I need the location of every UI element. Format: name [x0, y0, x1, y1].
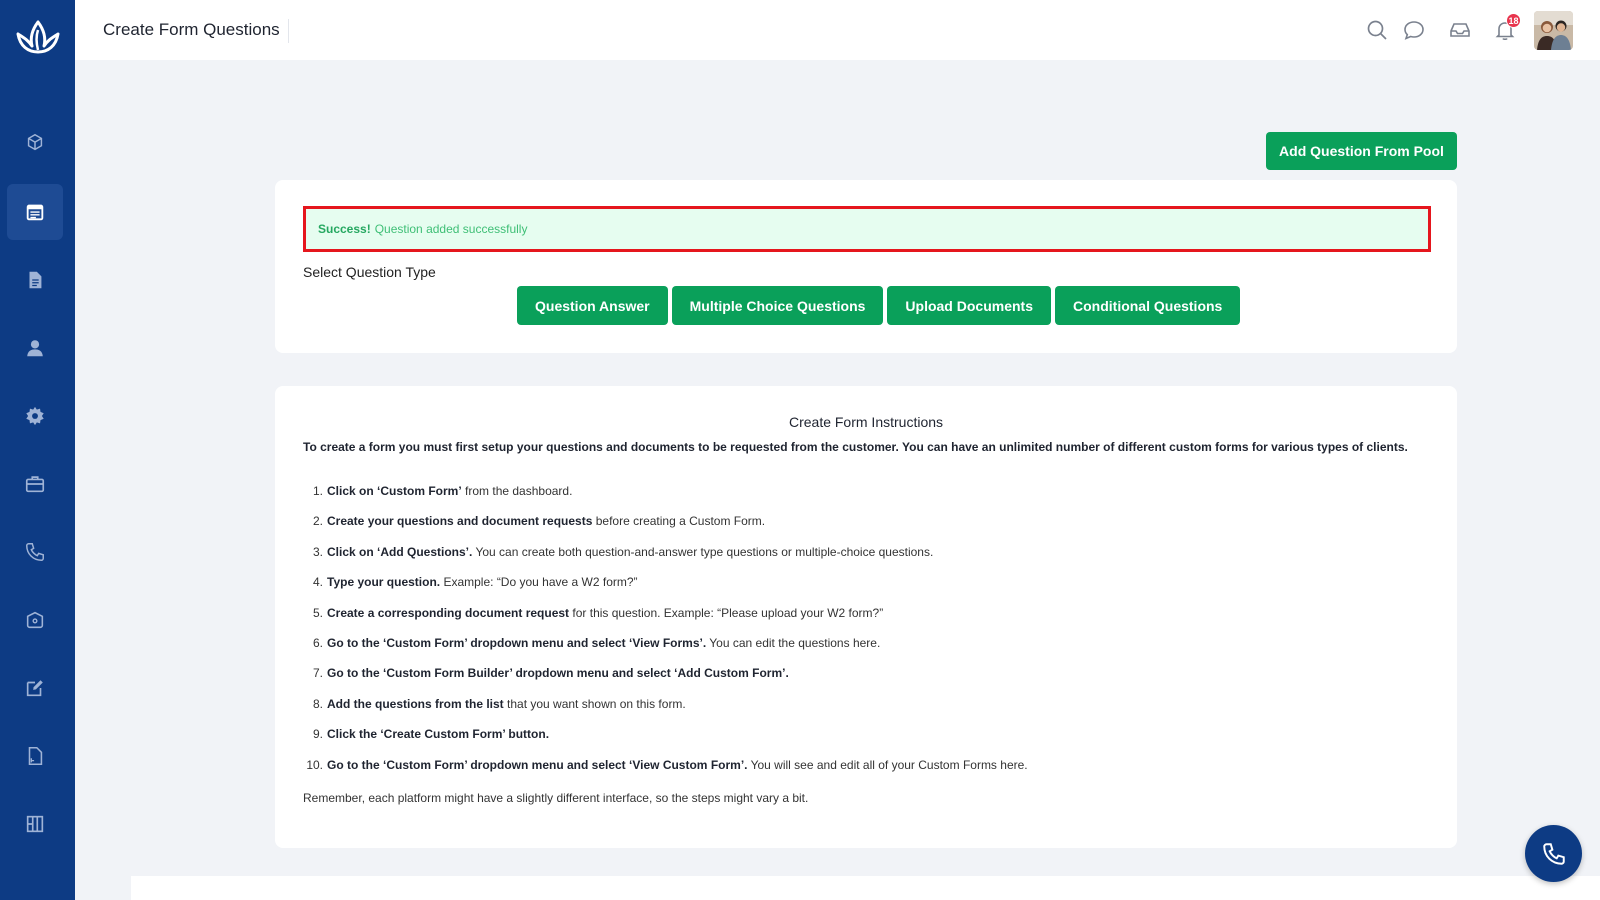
call-fab-button[interactable]: [1525, 825, 1582, 882]
notifications-button[interactable]: 18: [1493, 13, 1521, 42]
step-number: 1.: [312, 484, 323, 498]
sidebar-item-briefcase[interactable]: [7, 456, 63, 512]
chat-button[interactable]: [1402, 18, 1426, 42]
step-text: that you want shown on this form.: [503, 696, 686, 711]
list-item: 4. Type your question. Example: “Do you h…: [303, 575, 1433, 605]
inbox-icon: [1450, 23, 1470, 37]
step-bold: Go to the ‘Custom Form’ dropdown menu an…: [327, 635, 707, 650]
success-alert: Success! Question added successfully: [303, 206, 1431, 252]
step-bold: Create your questions and document reque…: [327, 514, 593, 529]
gear-icon: [26, 406, 44, 426]
list-item: 1. Click on ‘Custom Form’ from the dashbo…: [303, 484, 1433, 514]
add-question-from-pool-button[interactable]: Add Question From Pool: [1266, 132, 1457, 170]
step-text: from the dashboard.: [461, 484, 573, 498]
instructions-intro: To create a form you must first setup yo…: [303, 440, 1408, 454]
list-item: 10. Go to the ‘Custom Form’ dropdown menu…: [303, 758, 1433, 788]
page-title: Create Form Questions: [103, 19, 289, 43]
footer-strip: [131, 876, 1600, 900]
select-question-type-label: Select Question Type: [303, 264, 436, 280]
step-bold: Click on ‘Add Questions’.: [327, 544, 473, 559]
sidebar-item-calls[interactable]: [7, 524, 63, 580]
step-text: before creating a Custom Form.: [592, 514, 766, 529]
question-type-card: Success! Question added successfully Sel…: [275, 180, 1457, 353]
step-text: Example: “Do you have a W2 form?”: [440, 575, 638, 590]
sidebar-item-edit[interactable]: [7, 660, 63, 716]
alert-strong: Success!: [318, 222, 371, 236]
user-icon: [27, 340, 43, 357]
brand-logo[interactable]: [14, 16, 62, 56]
step-bold: Add the questions from the list: [327, 696, 504, 711]
step-text: for this question. Example: “Please uplo…: [569, 605, 884, 620]
pdf-icon: [28, 746, 43, 766]
sidebar-item-pdf[interactable]: [7, 728, 63, 784]
user-avatar[interactable]: [1534, 11, 1573, 50]
alert-message: Question added successfully: [374, 222, 528, 236]
instructions-steps: 1. Click on ‘Custom Form’ from the dashbo…: [303, 484, 1433, 788]
sidebar-item-packages[interactable]: [7, 592, 63, 648]
step-number: 6.: [312, 635, 323, 650]
conditional-questions-button[interactable]: Conditional Questions: [1055, 286, 1241, 325]
step-text: You can edit the questions here.: [706, 635, 881, 650]
step-text: You will see and edit all of your Custom…: [747, 757, 1028, 772]
list-item: 8. Add the questions from the list that y…: [303, 697, 1433, 727]
question-type-buttons: Question Answer Multiple Choice Question…: [517, 286, 1241, 325]
instructions-footer: Remember, each platform might have a sli…: [303, 791, 809, 805]
edit-icon: [26, 680, 43, 697]
instructions-title: Create Form Instructions: [788, 414, 944, 430]
search-icon: [1367, 20, 1387, 40]
multiple-choice-questions-button[interactable]: Multiple Choice Questions: [671, 286, 884, 325]
avatar-photo: [1534, 11, 1573, 50]
step-bold: Click the ‘Create Custom Form’ button.: [327, 727, 550, 742]
step-bold: Go to the ‘Custom Form’ dropdown menu an…: [327, 757, 748, 772]
sidebar-item-network[interactable]: [7, 115, 63, 171]
step-text: You can create both question-and-answer …: [472, 544, 934, 559]
list-item: 3. Click on ‘Add Questions’. You can crea…: [303, 545, 1433, 575]
document-icon: [29, 271, 42, 289]
phone-icon: [1542, 842, 1565, 865]
sidebar-item-settings[interactable]: [7, 388, 63, 444]
step-bold: Type your question.: [327, 575, 441, 590]
sidebar-item-documents[interactable]: [7, 252, 63, 308]
step-number: 8.: [312, 696, 323, 711]
step-bold: Create a corresponding document request: [327, 605, 570, 620]
cube-network-icon: [27, 133, 43, 151]
phone-icon: [26, 543, 44, 561]
notification-badge: 18: [1506, 13, 1521, 28]
list-item: 7. Go to the ‘Custom Form Builder’ dropdo…: [303, 666, 1433, 696]
step-number: 7.: [312, 666, 323, 681]
sidebar-item-grid[interactable]: [7, 796, 63, 852]
step-number: 3.: [312, 544, 323, 559]
calendar-icon: [26, 204, 44, 221]
grid-icon: [26, 815, 44, 833]
sidebar-item-forms[interactable]: [7, 184, 63, 240]
search-button[interactable]: [1365, 18, 1389, 42]
instructions-card: Create Form Instructions To create a for…: [275, 386, 1457, 848]
step-number: 4.: [312, 575, 323, 590]
step-bold: Go to the ‘Custom Form Builder’ dropdown…: [327, 666, 789, 681]
briefcase-icon: [25, 476, 45, 493]
lotus-logo-icon: [16, 20, 60, 54]
chat-bubble-icon: [1404, 21, 1424, 40]
top-header: Create Form Questions 18: [75, 0, 1600, 60]
step-number: 2.: [312, 514, 323, 529]
question-answer-button[interactable]: Question Answer: [517, 286, 668, 325]
box-icon: [26, 611, 44, 629]
step-number: 9.: [312, 727, 323, 742]
sidebar-item-users[interactable]: [7, 320, 63, 376]
list-item: 9. Click the ‘Create Custom Form’ button.: [303, 727, 1433, 757]
list-item: 5. Create a corresponding document reques…: [303, 606, 1433, 636]
step-number: 10.: [306, 757, 323, 772]
sidebar: [0, 0, 75, 900]
upload-documents-button[interactable]: Upload Documents: [887, 286, 1051, 325]
step-number: 5.: [312, 605, 323, 620]
step-bold: Click on ‘Custom Form’: [327, 484, 462, 498]
list-item: 2. Create your questions and document req…: [303, 514, 1433, 544]
list-item: 6. Go to the ‘Custom Form’ dropdown menu …: [303, 636, 1433, 666]
inbox-button[interactable]: [1448, 18, 1472, 42]
